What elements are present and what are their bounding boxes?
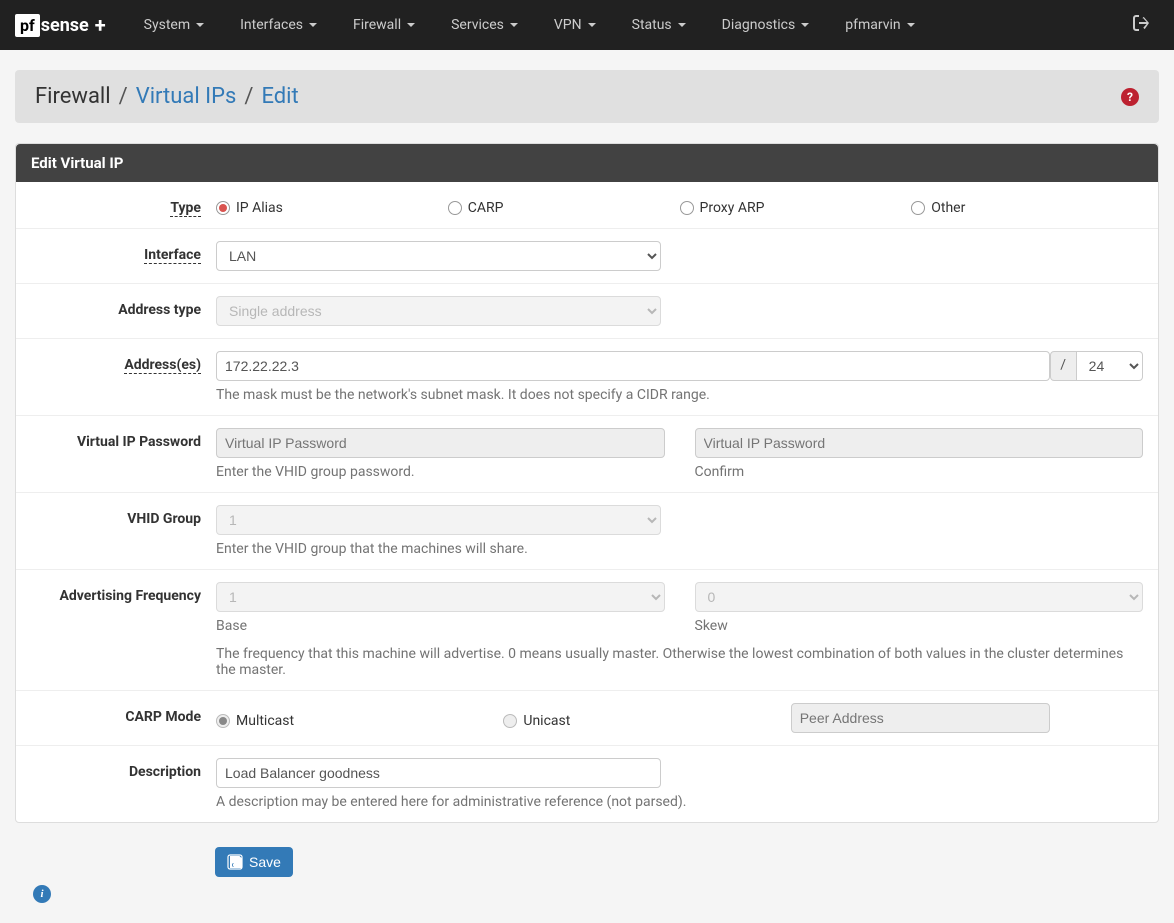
- breadcrumb-virtual-ips[interactable]: Virtual IPs: [136, 84, 237, 109]
- vhid-help: Enter the VHID group that the machines w…: [216, 541, 1143, 557]
- info-icon[interactable]: i: [33, 885, 51, 903]
- breadcrumb: Firewall / Virtual IPs / Edit: [35, 84, 299, 109]
- radio-icon: [216, 201, 230, 215]
- label-interface: Interface: [31, 241, 216, 263]
- radio-multicast: Multicast: [216, 707, 503, 729]
- adv-freq-base-label: Base: [216, 618, 665, 634]
- caret-icon: [801, 23, 809, 27]
- save-button[interactable]: Save: [215, 847, 293, 877]
- label-type: Type: [31, 194, 216, 216]
- adv-freq-base-select: 1: [216, 582, 665, 612]
- description-input[interactable]: [216, 758, 661, 788]
- radio-icon: [911, 201, 925, 215]
- nav-vpn[interactable]: VPN: [536, 2, 614, 48]
- radio-carp[interactable]: CARP: [448, 194, 680, 216]
- radio-icon: [448, 201, 462, 215]
- nav-status[interactable]: Status: [614, 2, 704, 48]
- vip-password-help: Enter the VHID group password.: [216, 464, 665, 480]
- caret-icon: [510, 23, 518, 27]
- logout-button[interactable]: [1123, 15, 1159, 35]
- radio-proxy-arp[interactable]: Proxy ARP: [680, 194, 912, 216]
- interface-select[interactable]: LAN: [216, 241, 661, 271]
- peer-address-input: [791, 703, 1051, 733]
- cidr-slash: /: [1050, 351, 1077, 381]
- logo[interactable]: pf sense +: [15, 13, 106, 37]
- caret-icon: [196, 23, 204, 27]
- radio-icon: [216, 714, 230, 728]
- radio-other[interactable]: Other: [911, 194, 1143, 216]
- radio-ip-alias[interactable]: IP Alias: [216, 194, 448, 216]
- logo-sense-text: sense: [41, 15, 89, 36]
- nav-user[interactable]: pfmarvin: [827, 2, 932, 48]
- breadcrumb-sep: /: [244, 84, 253, 109]
- radio-unicast: Unicast: [503, 707, 790, 729]
- logo-pf-box: pf: [15, 14, 40, 37]
- panel-title: Edit Virtual IP: [16, 144, 1158, 182]
- nav-firewall[interactable]: Firewall: [335, 2, 433, 48]
- mask-select[interactable]: 24: [1077, 351, 1143, 381]
- adv-freq-help: The frequency that this machine will adv…: [216, 646, 1143, 678]
- nav-menu: System Interfaces Firewall Services VPN …: [126, 2, 1123, 48]
- label-carp-mode: CARP Mode: [31, 703, 216, 725]
- vip-password-confirm-help: Confirm: [695, 464, 1144, 480]
- save-icon: [227, 854, 243, 870]
- edit-virtual-ip-panel: Edit Virtual IP Type IP Alias CARP Proxy…: [15, 143, 1159, 823]
- caret-icon: [678, 23, 686, 27]
- label-adv-freq: Advertising Frequency: [31, 582, 216, 604]
- breadcrumb-bar: Firewall / Virtual IPs / Edit ?: [15, 70, 1159, 123]
- nav-diagnostics[interactable]: Diagnostics: [704, 2, 828, 48]
- breadcrumb-sep: /: [119, 84, 128, 109]
- nav-interfaces[interactable]: Interfaces: [222, 2, 335, 48]
- label-addresses: Address(es): [31, 351, 216, 373]
- adv-freq-skew-label: Skew: [695, 618, 1144, 634]
- label-address-type: Address type: [31, 296, 216, 318]
- help-icon[interactable]: ?: [1121, 88, 1139, 106]
- radio-icon: [503, 714, 517, 728]
- vip-password-confirm-input: [695, 428, 1144, 458]
- description-help: A description may be entered here for ad…: [216, 794, 1143, 810]
- adv-freq-skew-select: 0: [695, 582, 1144, 612]
- top-navbar: pf sense + System Interfaces Firewall Se…: [0, 0, 1174, 50]
- breadcrumb-edit[interactable]: Edit: [261, 84, 298, 109]
- caret-icon: [309, 23, 317, 27]
- addresses-help: The mask must be the network's subnet ma…: [216, 387, 1143, 403]
- label-vip-password: Virtual IP Password: [31, 428, 216, 450]
- vhid-group-select: 1: [216, 505, 661, 535]
- nav-services[interactable]: Services: [433, 2, 536, 48]
- label-description: Description: [31, 758, 216, 780]
- vip-password-input: [216, 428, 665, 458]
- logout-icon: [1133, 15, 1149, 31]
- address-type-select: Single address: [216, 296, 661, 326]
- nav-system[interactable]: System: [126, 2, 222, 48]
- caret-icon: [588, 23, 596, 27]
- radio-icon: [680, 201, 694, 215]
- label-vhid-group: VHID Group: [31, 505, 216, 527]
- caret-icon: [907, 23, 915, 27]
- logo-plus: +: [95, 13, 106, 37]
- caret-icon: [407, 23, 415, 27]
- address-input[interactable]: [216, 351, 1050, 381]
- breadcrumb-root[interactable]: Firewall: [35, 84, 111, 109]
